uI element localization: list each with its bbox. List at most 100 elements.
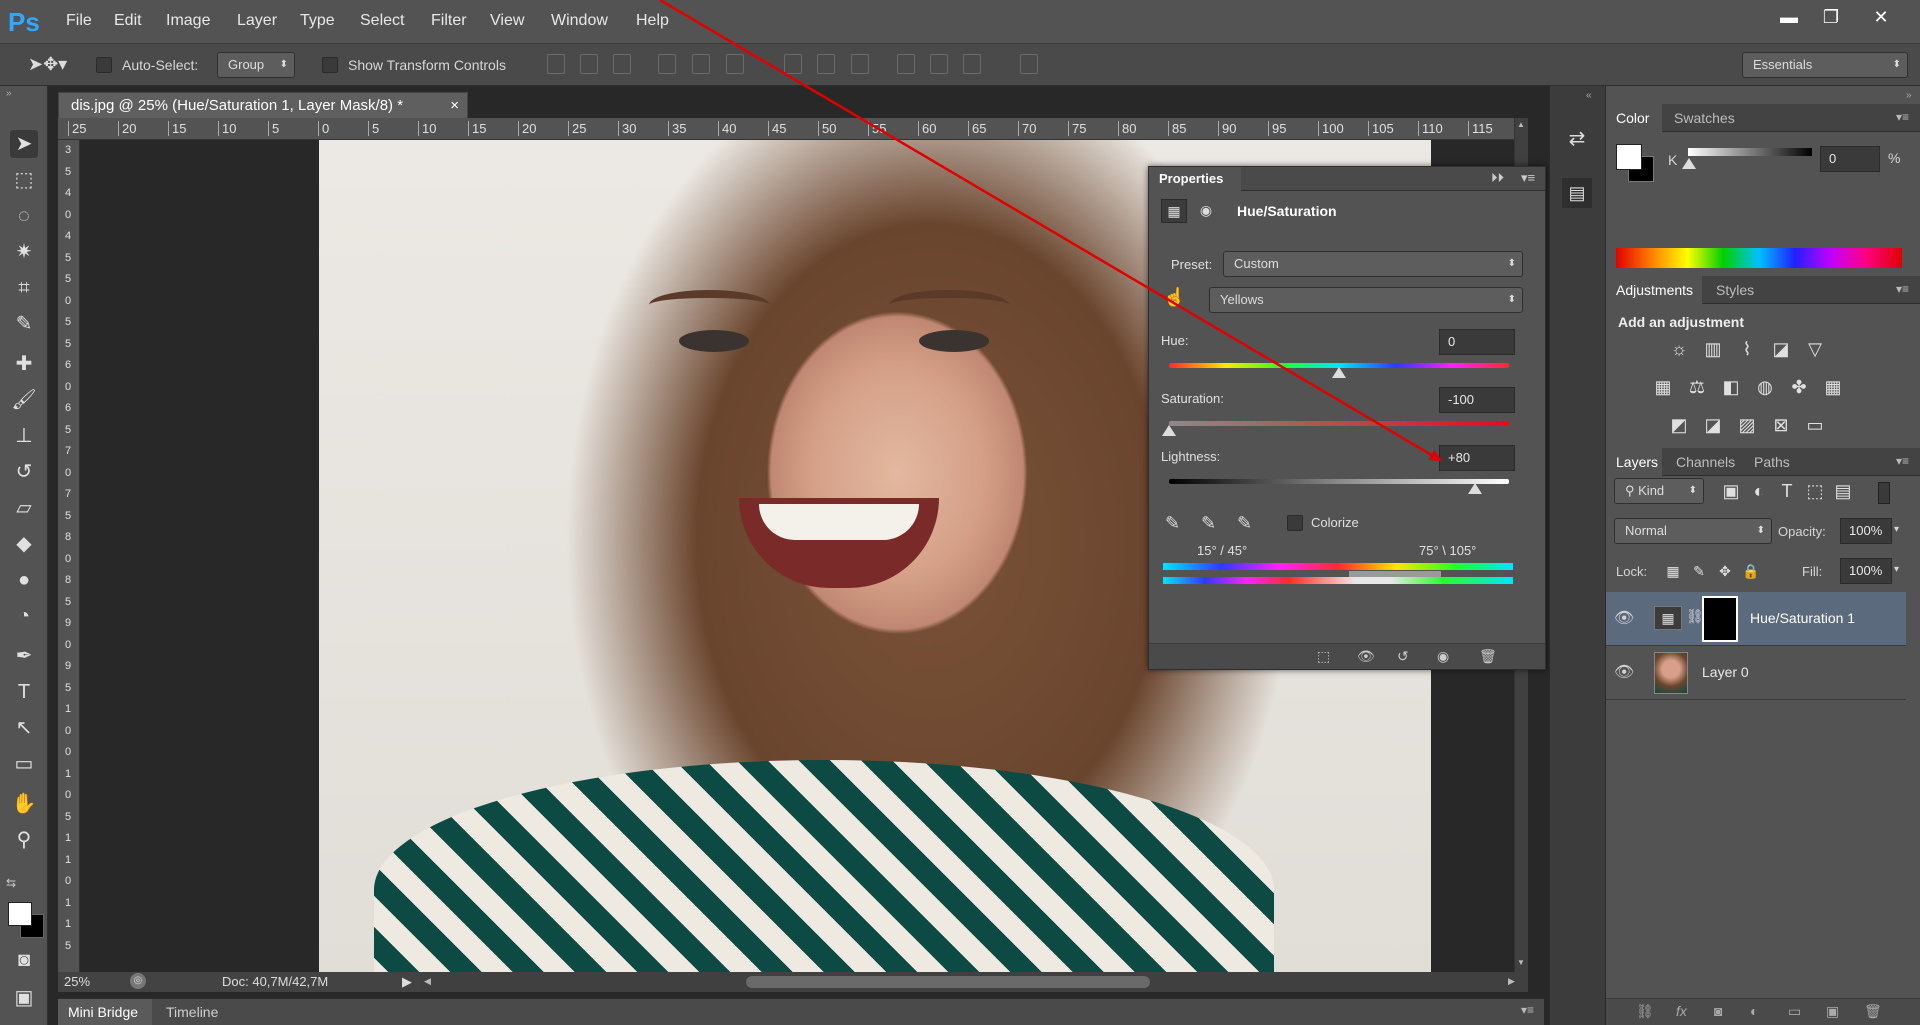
clip-to-layer-icon[interactable]: ⬚ bbox=[1317, 648, 1330, 665]
add-mask-icon[interactable]: ◙ bbox=[1714, 1003, 1722, 1019]
tab-channels[interactable]: Channels bbox=[1676, 454, 1735, 470]
layer-filter-dropdown[interactable]: ⚲ Kind ⬍ bbox=[1614, 478, 1704, 504]
layer-row-layer-0[interactable]: 👁 Layer 0 bbox=[1606, 646, 1906, 700]
close-window-button[interactable]: ✕ bbox=[1862, 4, 1900, 30]
distribute-right-icon[interactable] bbox=[963, 54, 981, 74]
invert-icon[interactable]: ◩ bbox=[1666, 412, 1692, 438]
levels-icon[interactable]: ▥ bbox=[1700, 336, 1726, 362]
lightness-slider-track[interactable] bbox=[1169, 479, 1509, 484]
black-white-icon[interactable]: ◧ bbox=[1718, 374, 1744, 400]
filter-pixel-icon[interactable]: ▣ bbox=[1718, 478, 1744, 504]
tab-mini-bridge[interactable]: Mini Bridge bbox=[68, 1004, 138, 1020]
minimize-button[interactable]: ▬ bbox=[1770, 4, 1808, 30]
marquee-tool-icon[interactable]: ⬚ bbox=[10, 166, 38, 194]
adjustments-panel-menu-icon[interactable]: ▾≡ bbox=[1896, 282, 1909, 296]
menu-image[interactable]: Image bbox=[166, 12, 210, 30]
menu-select[interactable]: Select bbox=[360, 12, 404, 30]
k-value-field[interactable]: 0 bbox=[1820, 146, 1880, 172]
blend-mode-dropdown[interactable]: Normal ⬍ bbox=[1614, 518, 1772, 544]
align-top-icon[interactable] bbox=[547, 54, 565, 74]
restore-button[interactable]: ❐ bbox=[1812, 4, 1850, 30]
status-info-icon[interactable]: ◎ bbox=[130, 973, 146, 989]
tab-timeline[interactable]: Timeline bbox=[166, 1004, 218, 1020]
history-brush-tool-icon[interactable]: ↺ bbox=[10, 458, 38, 486]
color-balance-icon[interactable]: ⚖ bbox=[1684, 374, 1710, 400]
new-layer-icon[interactable]: ▣ bbox=[1826, 1003, 1839, 1020]
auto-select-checkbox[interactable] bbox=[96, 57, 112, 73]
eraser-tool-icon[interactable]: ▱ bbox=[10, 494, 38, 522]
preset-dropdown[interactable]: Custom ⬍ bbox=[1223, 251, 1523, 277]
align-bottom-icon[interactable] bbox=[613, 54, 631, 74]
magic-wand-tool-icon[interactable]: ✷ bbox=[10, 238, 38, 266]
status-menu-arrow-icon[interactable]: ▶ bbox=[402, 974, 412, 990]
rectangle-tool-icon[interactable]: ▭ bbox=[10, 750, 38, 778]
color-panel-menu-icon[interactable]: ▾≡ bbox=[1896, 110, 1909, 124]
brightness-contrast-icon[interactable]: ☼ bbox=[1666, 336, 1692, 362]
delete-layer-icon[interactable]: 🗑 bbox=[1864, 1003, 1882, 1020]
brush-tool-icon[interactable]: 🖌 bbox=[10, 386, 38, 414]
range-selector[interactable] bbox=[1349, 571, 1441, 577]
properties-tab[interactable]: Properties bbox=[1159, 171, 1223, 186]
layers-panel-menu-icon[interactable]: ▾≡ bbox=[1896, 454, 1909, 468]
paint-bucket-tool-icon[interactable]: ◆ bbox=[10, 530, 38, 558]
scroll-down-icon[interactable]: ▼ bbox=[1517, 958, 1525, 967]
menu-edit[interactable]: Edit bbox=[114, 12, 142, 30]
distribute-hcenter-icon[interactable] bbox=[930, 54, 948, 74]
saturation-slider-track[interactable] bbox=[1169, 421, 1509, 426]
filter-type-icon[interactable]: T bbox=[1774, 478, 1800, 504]
tab-styles[interactable]: Styles bbox=[1716, 282, 1754, 298]
toggle-visibility-icon[interactable]: ◉ bbox=[1437, 648, 1449, 665]
lightness-slider-thumb[interactable] bbox=[1468, 483, 1482, 494]
targeted-adjustment-hand-icon[interactable]: ☝ bbox=[1163, 287, 1187, 311]
show-transform-checkbox[interactable] bbox=[322, 57, 338, 73]
collapse-toolbar-icon[interactable]: » bbox=[6, 88, 12, 99]
distribute-bottom-icon[interactable] bbox=[851, 54, 869, 74]
menu-type[interactable]: Type bbox=[300, 12, 335, 30]
reset-icon[interactable]: ↺ bbox=[1397, 648, 1409, 665]
photo-filter-icon[interactable]: ◍ bbox=[1752, 374, 1778, 400]
properties-panel-icon[interactable]: ▤ bbox=[1562, 178, 1592, 208]
menu-file[interactable]: File bbox=[66, 12, 92, 30]
menu-help[interactable]: Help bbox=[636, 12, 669, 30]
eyedropper-plus-icon[interactable]: ✎ bbox=[1201, 513, 1216, 534]
filter-toggle[interactable] bbox=[1878, 482, 1890, 504]
foreground-color-swatch[interactable] bbox=[8, 902, 32, 926]
workspace-dropdown[interactable]: Essentials ⬍ bbox=[1742, 52, 1908, 78]
layer-mask-icon[interactable]: ◉ bbox=[1193, 199, 1219, 223]
crop-tool-icon[interactable]: ⌗ bbox=[10, 274, 38, 302]
filter-smart-object-icon[interactable]: ▤ bbox=[1830, 478, 1856, 504]
layer-mask-thumb[interactable] bbox=[1702, 596, 1738, 642]
channel-dropdown[interactable]: Yellows ⬍ bbox=[1209, 287, 1523, 313]
align-vcenter-icon[interactable] bbox=[580, 54, 598, 74]
delete-adjustment-icon[interactable]: 🗑 bbox=[1479, 648, 1497, 665]
type-tool-icon[interactable]: T bbox=[10, 678, 38, 706]
tab-layers[interactable]: Layers bbox=[1616, 454, 1658, 470]
hue-saturation-icon[interactable]: ▦ bbox=[1650, 374, 1676, 400]
k-slider-track[interactable] bbox=[1688, 148, 1812, 156]
horizontal-scroll-thumb[interactable] bbox=[746, 976, 1150, 988]
align-right-icon[interactable] bbox=[726, 54, 744, 74]
vibrance-icon[interactable]: ▽ bbox=[1802, 336, 1828, 362]
link-layers-icon[interactable]: ⛓ bbox=[1636, 1003, 1654, 1020]
hand-tool-icon[interactable]: ✋ bbox=[10, 790, 38, 818]
saturation-field[interactable]: -100 bbox=[1439, 387, 1515, 413]
path-selection-tool-icon[interactable]: ↖ bbox=[10, 714, 38, 742]
align-left-icon[interactable] bbox=[658, 54, 676, 74]
scroll-left-icon[interactable]: ◀ bbox=[424, 976, 431, 987]
new-adjustment-icon[interactable]: ◐ bbox=[1750, 1003, 1758, 1019]
expand-panel-icon[interactable]: ⏵⏵ bbox=[1491, 170, 1504, 186]
view-previous-state-icon[interactable]: 👁 bbox=[1357, 648, 1375, 665]
tab-paths[interactable]: Paths bbox=[1754, 454, 1790, 470]
zoom-level[interactable]: 25% bbox=[64, 974, 90, 989]
tab-swatches[interactable]: Swatches bbox=[1674, 110, 1735, 126]
threshold-icon[interactable]: ▨ bbox=[1734, 412, 1760, 438]
document-tab[interactable]: dis.jpg @ 25% (Hue/Saturation 1, Layer M… bbox=[58, 92, 468, 118]
move-tool-preset-icon[interactable]: ➤✥▾ bbox=[28, 54, 74, 76]
align-hcenter-icon[interactable] bbox=[692, 54, 710, 74]
screen-mode-icon[interactable]: ▣ bbox=[10, 984, 38, 1012]
move-tool-icon[interactable]: ➤ bbox=[10, 130, 38, 158]
lock-all-icon[interactable]: 🔒 bbox=[1738, 558, 1764, 584]
eye-icon[interactable]: 👁 bbox=[1614, 662, 1634, 682]
adjustment-layer-icon[interactable]: ▦ bbox=[1161, 199, 1187, 223]
colorize-checkbox[interactable] bbox=[1287, 515, 1303, 531]
